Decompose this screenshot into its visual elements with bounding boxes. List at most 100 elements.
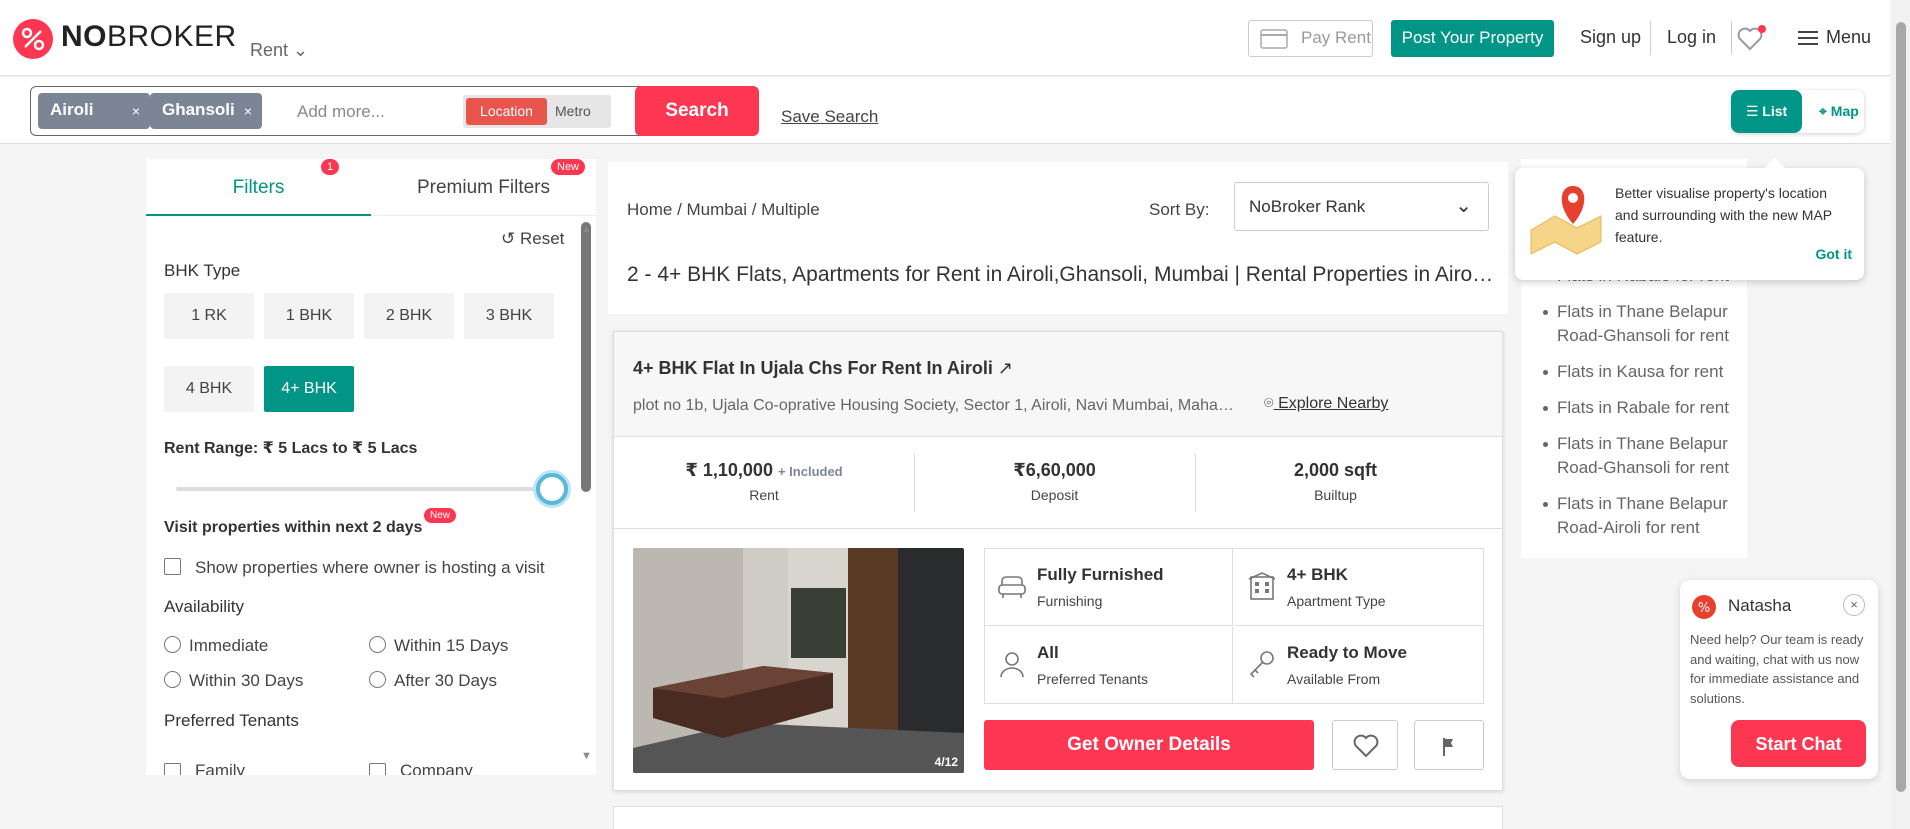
tenant-family-checkbox[interactable]: [164, 763, 181, 775]
metro-mode-button[interactable]: Metro: [555, 103, 591, 119]
hamburger-icon: [1798, 31, 1818, 45]
reset-button[interactable]: ↺ Reset: [501, 229, 564, 249]
maintenance-included: + Included: [777, 464, 843, 479]
search-button[interactable]: Search: [635, 86, 759, 136]
page-title: 2 - 4+ BHK Flats, Apartments for Rent in…: [627, 263, 1497, 286]
search-mode-toggle: Location Metro: [463, 95, 611, 128]
apartment-type-cell: 4+ BHK Apartment Type: [1235, 549, 1483, 626]
explore-nearby-link[interactable]: ⌾ Explore Nearby: [1264, 395, 1388, 413]
rent-range-label: Rent Range: ₹ 5 Lacs to ₹ 5 Lacs: [164, 440, 418, 457]
chevron-down-icon: ⌄: [1455, 195, 1472, 217]
image-counter: 4/12: [934, 755, 958, 769]
search-bar: Airoli × Ghansoli × Add more... Location M…: [0, 77, 1890, 144]
menu-label: Menu: [1826, 27, 1872, 47]
tenant-option-label: Family: [195, 761, 246, 775]
related-link[interactable]: Flats in Rabale for rent: [1543, 396, 1742, 420]
nobroker-logo-icon[interactable]: [13, 19, 53, 59]
chip-close-icon[interactable]: ×: [132, 103, 140, 119]
deposit-stat: ₹6,60,000 Deposit: [1013, 460, 1096, 503]
availability-option-label: Within 15 Days: [394, 636, 509, 655]
menu-button[interactable]: Menu: [1798, 27, 1871, 48]
availability-15-days-radio[interactable]: [369, 636, 386, 653]
next-property-card: [613, 806, 1503, 829]
card-icon: [1260, 29, 1288, 49]
filters-scrollbar[interactable]: [581, 222, 591, 492]
bhk-option-3bhk[interactable]: 3 BHK: [464, 293, 554, 339]
tenant-company-checkbox[interactable]: [369, 763, 386, 775]
map-pin-illustration-icon: [1530, 186, 1602, 255]
sort-by-label: Sort By:: [1149, 200, 1210, 219]
chat-close-icon[interactable]: ×: [1843, 594, 1865, 616]
bhk-type-label: BHK Type: [164, 261, 241, 280]
availability-option-label: After 30 Days: [394, 671, 497, 690]
logo-wordmark[interactable]: NOBROKER: [61, 20, 237, 54]
report-button[interactable]: [1414, 720, 1484, 770]
property-photo[interactable]: 4/12: [633, 548, 964, 773]
bhk-option-2bhk[interactable]: 2 BHK: [364, 293, 454, 339]
chip-close-icon[interactable]: ×: [244, 103, 252, 119]
shortlist-heart-icon[interactable]: [1737, 25, 1767, 58]
property-title-link[interactable]: 4+ BHK Flat In Ujala Chs For Rent In Air…: [633, 358, 1013, 379]
pay-rent-button[interactable]: Pay Rent: [1248, 20, 1373, 57]
availability-label: Availability: [164, 597, 245, 616]
post-property-button[interactable]: Post Your Property: [1391, 20, 1554, 57]
related-link[interactable]: Flats in Thane Belapur Road-Airoli for r…: [1543, 492, 1742, 540]
sort-dropdown[interactable]: NoBroker Rank ⌄: [1234, 182, 1489, 231]
location-chip-ghansoli[interactable]: Ghansoli ×: [150, 93, 262, 129]
got-it-button[interactable]: Got it: [1815, 246, 1852, 262]
save-search-link[interactable]: Save Search: [781, 107, 878, 127]
related-link[interactable]: Flats in Thane Belapur Road-Ghansoli for…: [1543, 300, 1742, 348]
property-address: plot no 1b, Ujala Co-oprative Housing So…: [633, 397, 1238, 414]
external-link-icon[interactable]: ↗: [998, 358, 1013, 378]
scroll-up-arrow-icon[interactable]: ▲: [581, 223, 592, 235]
property-card-header: 4+ BHK Flat In Ujala Chs For Rent In Air…: [614, 332, 1502, 437]
start-chat-button[interactable]: Start Chat: [1731, 720, 1866, 767]
chevron-down-icon: ⌄: [293, 40, 309, 60]
visit-label: Visit properties within next 2 days: [164, 519, 423, 536]
page-scrollbar[interactable]: [1892, 0, 1910, 829]
rent-range-slider-handle[interactable]: [536, 473, 568, 505]
list-view-button[interactable]: ☰ List: [1731, 90, 1802, 133]
bhk-option-4plus-bhk[interactable]: 4+ BHK: [264, 366, 354, 412]
log-in-link[interactable]: Log in: [1667, 27, 1716, 48]
reset-icon: ↺: [501, 229, 516, 248]
rent-range-slider[interactable]: [176, 487, 556, 491]
location-pin-icon: ⌾: [1264, 395, 1274, 412]
available-from-cell: Ready to Move Available From: [1235, 627, 1483, 704]
availability-30-days-radio[interactable]: [164, 671, 181, 688]
related-link[interactable]: Flats in Kausa for rent: [1543, 360, 1742, 384]
bhk-option-1bhk[interactable]: 1 BHK: [264, 293, 354, 339]
divider: [1731, 21, 1732, 55]
new-badge: New: [424, 508, 457, 523]
location-mode-button[interactable]: Location: [466, 98, 547, 125]
availability-after-30-days-radio[interactable]: [369, 671, 386, 688]
availability-option-label: Immediate: [189, 636, 269, 655]
top-header: NOBROKER Rent ⌄ Pay Rent Post Your Prope…: [0, 0, 1890, 76]
scroll-down-arrow-icon[interactable]: ▼: [581, 750, 592, 762]
breadcrumb[interactable]: Home / Mumbai / Multiple: [627, 200, 820, 220]
rent-dropdown[interactable]: Rent ⌄: [250, 40, 308, 61]
chat-agent-name: Natasha: [1728, 596, 1792, 615]
key-icon: [1249, 651, 1274, 678]
map-view-button[interactable]: ⌖ Map: [1819, 103, 1859, 120]
add-more-input[interactable]: Add more...: [297, 102, 385, 122]
availability-immediate-radio[interactable]: [164, 636, 181, 653]
page-scrollbar-thumb[interactable]: [1896, 22, 1906, 792]
map-pin-icon: ⌖: [1819, 103, 1827, 119]
location-search-box[interactable]: Airoli × Ghansoli × Add more... Location M…: [30, 86, 645, 136]
bhk-option-1rk[interactable]: 1 RK: [164, 293, 254, 339]
rent-stat: ₹ 1,10,000 + Included Rent: [685, 460, 843, 503]
shortlist-button[interactable]: [1332, 720, 1398, 770]
bhk-option-4bhk[interactable]: 4 BHK: [164, 366, 254, 412]
divider: [1650, 21, 1651, 55]
sofa-icon: [998, 576, 1026, 598]
related-link[interactable]: Flats in Thane Belapur Road-Ghansoli for…: [1543, 432, 1742, 480]
sign-up-link[interactable]: Sign up: [1580, 27, 1641, 48]
owner-visit-checkbox[interactable]: [164, 558, 181, 575]
pay-rent-label: Pay Rent: [1301, 28, 1371, 47]
builtup-stat: 2,000 sqft Builtup: [1293, 460, 1378, 503]
get-owner-details-button[interactable]: Get Owner Details: [984, 720, 1314, 770]
preferred-tenants-cell: All Preferred Tenants: [985, 627, 1233, 704]
location-chip-airoli[interactable]: Airoli ×: [38, 93, 150, 129]
owner-visit-option-label: Show properties where owner is hosting a…: [195, 558, 545, 577]
